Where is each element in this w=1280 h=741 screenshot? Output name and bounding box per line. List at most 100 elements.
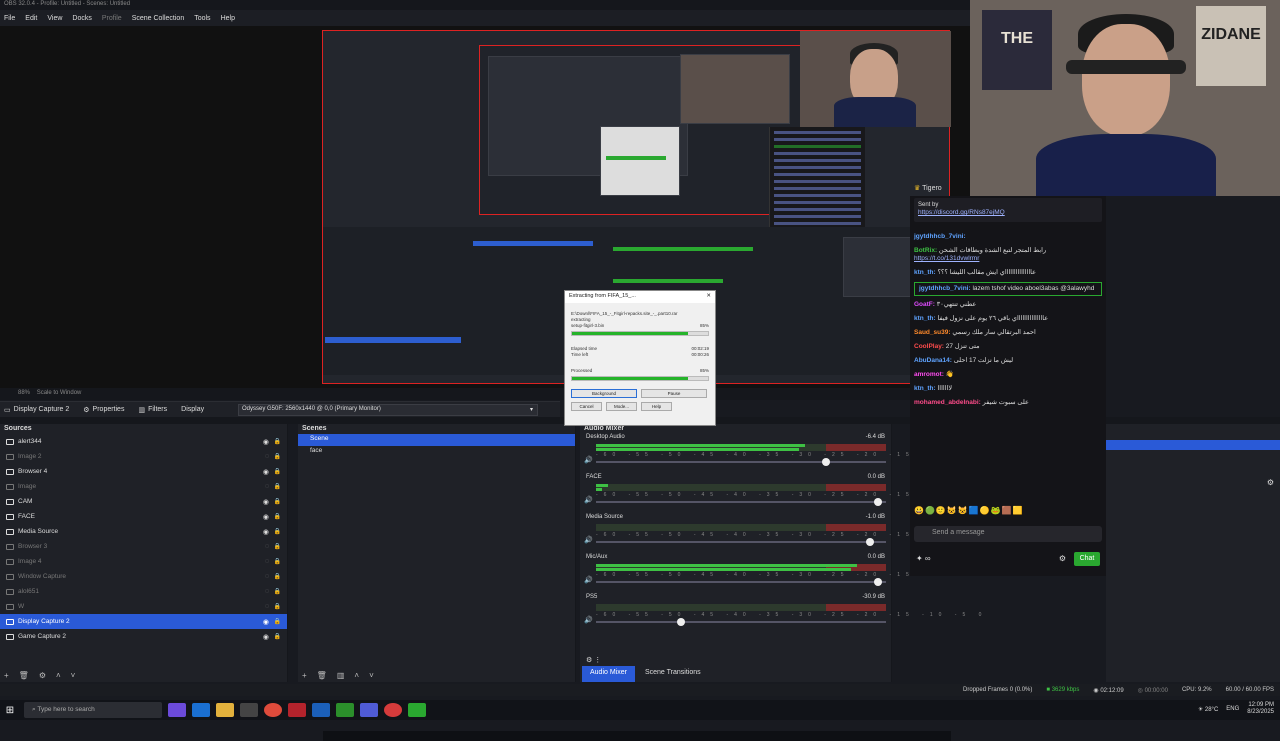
speaker-icon[interactable]: 🔊: [584, 616, 593, 624]
chrome-app-icon[interactable]: [264, 703, 282, 717]
add-icon[interactable]: +: [302, 671, 307, 680]
volume-slider[interactable]: [596, 538, 886, 546]
help-button[interactable]: Help: [641, 402, 672, 411]
lock-icon[interactable]: 🔒: [274, 513, 281, 520]
eye-icon[interactable]: ◌: [265, 453, 269, 460]
discord-app-icon[interactable]: [360, 703, 378, 717]
mode-button[interactable]: Mode...: [606, 402, 637, 411]
display-select[interactable]: Odyssey G50F: 2560x1440 @ 0,0 (Primary M…: [238, 404, 538, 416]
chat-username[interactable]: jgytdhhcb_7vini:: [919, 285, 971, 292]
menu-scene-collection[interactable]: Scene Collection: [132, 15, 185, 22]
lock-icon[interactable]: 🔒: [274, 528, 281, 535]
eye-icon[interactable]: ◌: [265, 558, 269, 565]
source-item[interactable]: W ◌ 🔒: [0, 599, 287, 614]
pinned-link[interactable]: https://discord.gg/RNs87ejMQ: [918, 209, 1005, 216]
speaker-icon[interactable]: 🔊: [584, 456, 593, 464]
arrow-down-icon[interactable]: ˅: [71, 671, 76, 680]
menu-tools[interactable]: Tools: [194, 15, 210, 22]
source-item[interactable]: Display Capture 2 ◉ 🔒: [0, 614, 287, 629]
slider-knob[interactable]: [874, 498, 883, 506]
lock-icon[interactable]: 🔒: [274, 588, 281, 595]
scale-label[interactable]: Scale to Window: [37, 390, 82, 396]
eye-icon[interactable]: ◌: [265, 543, 269, 550]
tab-scene-transitions[interactable]: Scene Transitions: [637, 666, 709, 682]
windows-start-icon[interactable]: ⊞: [0, 705, 20, 716]
excel-app-icon[interactable]: [336, 703, 354, 717]
source-item[interactable]: Window Capture ◌ 🔒: [0, 569, 287, 584]
chat-username[interactable]: amromot:: [914, 371, 944, 378]
lock-icon[interactable]: 🔒: [274, 633, 281, 640]
menu-view[interactable]: View: [47, 15, 62, 22]
chat-username[interactable]: ktn_th:: [914, 269, 936, 276]
speaker-icon[interactable]: 🔊: [584, 536, 593, 544]
source-item[interactable]: CAM ◉ 🔒: [0, 494, 287, 509]
menu-profile[interactable]: Profile: [102, 15, 122, 22]
winrar-app-icon[interactable]: [288, 703, 306, 717]
speaker-icon[interactable]: 🔊: [584, 576, 593, 584]
arrow-up-icon[interactable]: ˄: [354, 671, 359, 680]
chat-input[interactable]: Send a message: [914, 526, 1102, 542]
lock-icon[interactable]: 🔒: [274, 543, 281, 550]
trash-icon[interactable]: 🗑: [317, 671, 327, 680]
active-app-icon[interactable]: [408, 703, 426, 717]
trash-icon[interactable]: 🗑: [19, 671, 29, 680]
gear-icon[interactable]: ⚙: [39, 671, 46, 680]
menu-help[interactable]: Help: [221, 15, 235, 22]
volume-slider[interactable]: [596, 458, 886, 466]
eye-icon[interactable]: ◉: [263, 513, 269, 521]
menu-edit[interactable]: Edit: [25, 15, 37, 22]
lock-icon[interactable]: 🔒: [274, 498, 281, 505]
menu-docks[interactable]: Docks: [72, 15, 91, 22]
edge2-app-icon[interactable]: [312, 703, 330, 717]
source-item[interactable]: Image ◌ 🔒: [0, 479, 287, 494]
source-item[interactable]: alol651 ◌ 🔒: [0, 584, 287, 599]
volume-slider[interactable]: [596, 498, 886, 506]
lock-icon[interactable]: 🔒: [274, 618, 281, 625]
eye-icon[interactable]: ◌: [265, 483, 269, 490]
lock-icon[interactable]: 🔒: [274, 468, 281, 475]
settings-icon[interactable]: ⚙: [1059, 554, 1066, 563]
properties-button[interactable]: ⚙ Properties: [83, 406, 124, 414]
lock-icon[interactable]: 🔒: [274, 438, 281, 445]
menu-file[interactable]: File: [4, 15, 15, 22]
chat-link[interactable]: https://t.co/131dvwlrmr: [914, 255, 979, 262]
source-item[interactable]: Image 4 ◌ 🔒: [0, 554, 287, 569]
slider-knob[interactable]: [865, 538, 874, 546]
chat-username[interactable]: BotRix:: [914, 247, 937, 254]
speaker-icon[interactable]: 🔊: [584, 496, 593, 504]
source-item[interactable]: alert344 ◉ 🔒: [0, 434, 287, 449]
language-indicator[interactable]: ENG: [1226, 706, 1239, 712]
source-item[interactable]: FACE ◉ 🔒: [0, 509, 287, 524]
chat-username[interactable]: Saud_su39:: [914, 329, 951, 336]
chat-username[interactable]: GoatF:: [914, 301, 935, 308]
filters-button[interactable]: ▥ Filters: [138, 406, 167, 414]
arrow-up-icon[interactable]: ˄: [56, 671, 61, 680]
background-button[interactable]: Background: [571, 389, 637, 398]
scene-item[interactable]: Scene: [298, 434, 575, 446]
chat-username[interactable]: mohamed_abdelnabi:: [914, 399, 981, 406]
slider-knob[interactable]: [822, 458, 831, 466]
eye-icon[interactable]: ◉: [263, 633, 269, 641]
eye-icon[interactable]: ◌: [265, 588, 269, 595]
eye-icon[interactable]: ◌: [265, 573, 269, 580]
eye-icon[interactable]: ◌: [265, 603, 269, 610]
lock-icon[interactable]: 🔒: [274, 453, 281, 460]
emote-row[interactable]: 😀🟢🙂😺😺🟦🟡🐸🟫🟨: [914, 506, 1024, 515]
folder-app-icon[interactable]: [216, 703, 234, 717]
weather[interactable]: ☀ 28°C: [1198, 706, 1218, 713]
source-item[interactable]: Game Capture 2 ◉ 🔒: [0, 629, 287, 644]
chat-username[interactable]: jgytdhhcb_7vini:: [914, 233, 966, 240]
cancel-button[interactable]: Cancel: [571, 402, 602, 411]
chat-username[interactable]: AbuDana14:: [914, 357, 952, 364]
pause-button[interactable]: Pause: [641, 389, 707, 398]
taskbar-search[interactable]: ⌕ Type here to search: [24, 702, 162, 718]
slider-knob[interactable]: [677, 618, 686, 626]
source-item[interactable]: Media Source ◉ 🔒: [0, 524, 287, 539]
volume-slider[interactable]: [596, 578, 886, 586]
obs-app-icon[interactable]: [384, 703, 402, 717]
eye-icon[interactable]: ◉: [263, 438, 269, 446]
lock-icon[interactable]: 🔒: [274, 483, 281, 490]
filter-icon[interactable]: ▥: [337, 671, 345, 680]
slider-knob[interactable]: [874, 578, 883, 586]
clock[interactable]: 12:09 PM 8/23/2025: [1247, 702, 1274, 716]
